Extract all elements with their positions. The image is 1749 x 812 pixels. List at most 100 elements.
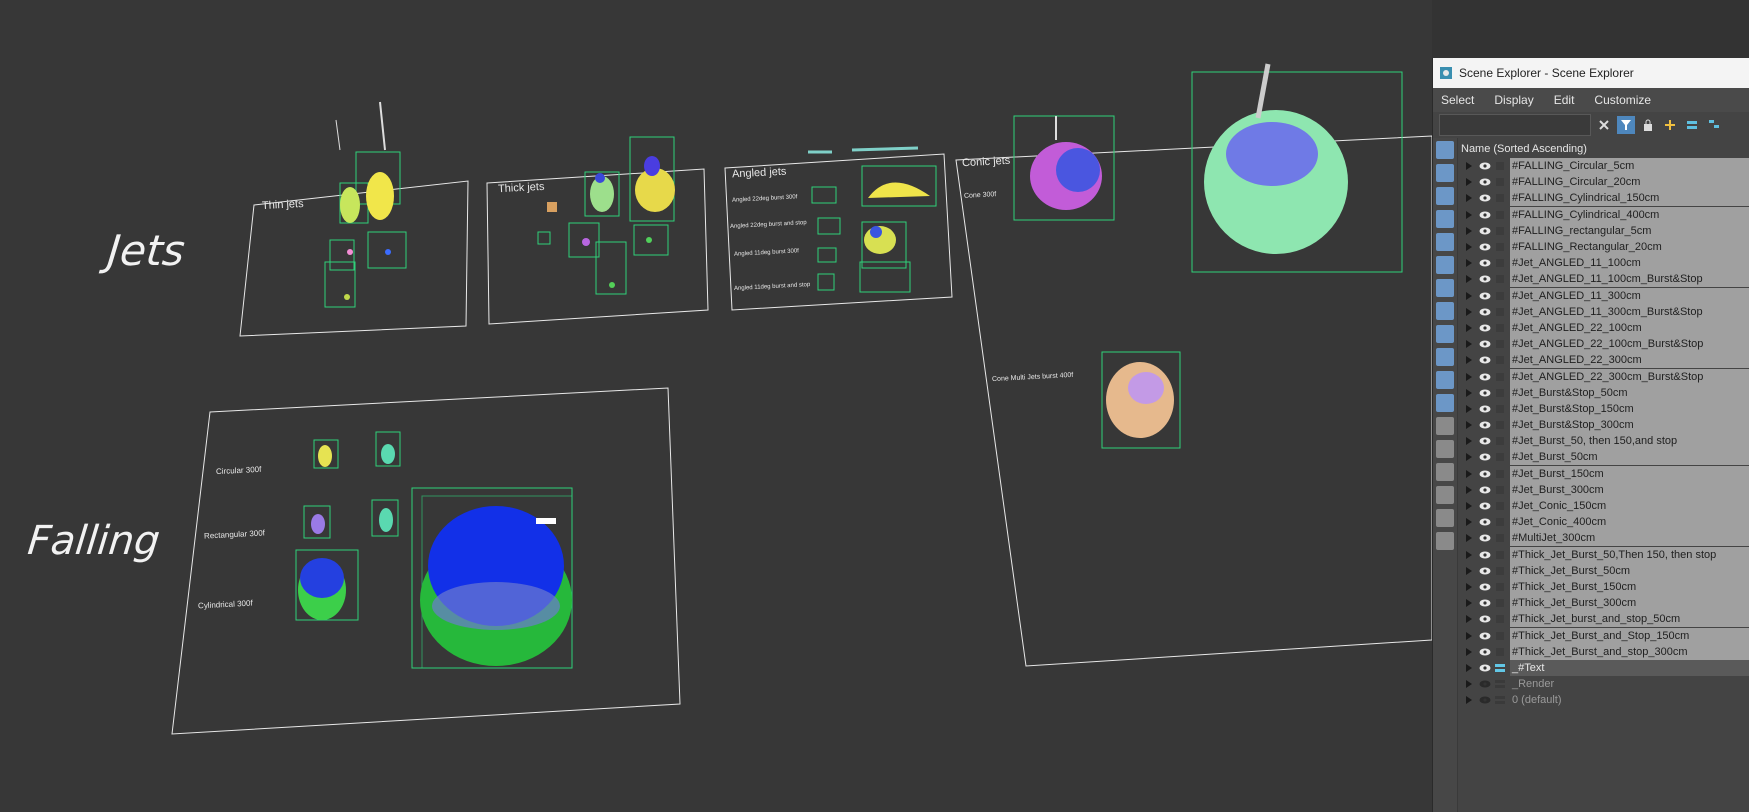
list-item[interactable]: #Jet_Conic_150cm [1458,498,1749,515]
menu-customize[interactable]: Customize [1594,93,1651,107]
list-item[interactable]: #Thick_Jet_Burst_50,Then 150, then stop [1458,546,1749,563]
expand-arrow-icon[interactable] [1466,243,1472,252]
eye-icon[interactable] [1479,551,1491,559]
eye-icon[interactable] [1479,470,1491,478]
selection-set-icon[interactable] [1436,532,1454,550]
invert-display-icon[interactable] [1436,463,1454,481]
expand-arrow-icon[interactable] [1466,275,1472,284]
eye-icon[interactable] [1479,324,1491,332]
list-item[interactable]: #Jet_Burst_150cm [1458,465,1749,482]
expand-arrow-icon[interactable] [1466,323,1472,332]
list-item[interactable]: #Jet_Burst_300cm [1458,481,1749,498]
eye-icon[interactable] [1479,664,1491,672]
filter-lights-icon[interactable] [1436,187,1454,205]
filter-frozen-icon[interactable] [1436,371,1454,389]
list-item[interactable]: _Render [1458,676,1749,692]
list-item[interactable]: #FALLING_rectangular_5cm [1458,222,1749,239]
eye-icon[interactable] [1479,486,1491,494]
explorer-titlebar[interactable]: Scene Explorer - Scene Explorer [1433,58,1749,88]
expand-arrow-icon[interactable] [1466,518,1472,527]
clear-search-button[interactable] [1595,116,1613,134]
eye-icon[interactable] [1479,227,1491,235]
expand-arrow-icon[interactable] [1466,599,1472,608]
layers-button[interactable] [1683,116,1701,134]
list-item[interactable]: #Jet_ANGLED_11_100cm_Burst&Stop [1458,271,1749,288]
hierarchy-button[interactable] [1705,116,1723,134]
expand-arrow-icon[interactable] [1466,469,1472,478]
list-item[interactable]: 0 (default) [1458,692,1749,708]
filter-shapes-icon[interactable] [1436,164,1454,182]
list-item[interactable]: #Jet_ANGLED_11_100cm [1458,255,1749,272]
expand-arrow-icon[interactable] [1466,502,1472,511]
eye-icon[interactable] [1479,648,1491,656]
eye-icon[interactable] [1479,194,1491,202]
eye-icon[interactable] [1479,340,1491,348]
eye-icon[interactable] [1479,567,1491,575]
viewport-3d[interactable]: Jets Falling Thin jets Thick jets Angled… [0,0,1432,812]
list-item[interactable]: #Jet_Burst_50, then 150,and stop [1458,433,1749,450]
list-item[interactable]: #MultiJet_300cm [1458,530,1749,547]
lock-button[interactable] [1639,116,1657,134]
list-item[interactable]: #Thick_Jet_Burst_300cm [1458,595,1749,612]
list-item[interactable]: #Jet_ANGLED_22_100cm [1458,319,1749,336]
list-item[interactable]: #Jet_Conic_400cm [1458,514,1749,531]
expand-arrow-icon[interactable] [1466,404,1472,413]
expand-arrow-icon[interactable] [1466,566,1472,575]
menu-display[interactable]: Display [1494,93,1533,107]
menu-select[interactable]: Select [1441,93,1474,107]
expand-arrow-icon[interactable] [1466,210,1472,219]
filter-toggle-button[interactable] [1617,116,1635,134]
expand-arrow-icon[interactable] [1466,550,1472,559]
expand-arrow-icon[interactable] [1466,307,1472,316]
column-header-name[interactable]: Name (Sorted Ascending) [1458,140,1749,158]
expand-arrow-icon[interactable] [1466,631,1472,640]
filter-containers-icon[interactable] [1436,348,1454,366]
expand-arrow-icon[interactable] [1466,340,1472,349]
expand-arrow-icon[interactable] [1466,582,1472,591]
expand-arrow-icon[interactable] [1466,485,1472,494]
eye-icon[interactable] [1479,437,1491,445]
eye-icon[interactable] [1479,599,1491,607]
list-item[interactable]: #Thick_Jet_Burst_and_Stop_150cm [1458,627,1749,644]
filter-bones-icon[interactable] [1436,325,1454,343]
expand-arrow-icon[interactable] [1466,663,1472,672]
expand-arrow-icon[interactable] [1466,421,1472,430]
list-item[interactable]: #Thick_Jet_Burst_150cm [1458,578,1749,595]
list-item[interactable]: #Jet_ANGLED_11_300cm [1458,287,1749,304]
list-item[interactable]: #Thick_Jet_Burst_and_stop_300cm [1458,643,1749,660]
filter-xrefs-icon[interactable] [1436,302,1454,320]
list-item[interactable]: #Jet_Burst&Stop_300cm [1458,417,1749,434]
expand-arrow-icon[interactable] [1466,194,1472,203]
eye-icon[interactable] [1479,275,1491,283]
expand-arrow-icon[interactable] [1466,226,1472,235]
menu-edit[interactable]: Edit [1554,93,1575,107]
list-item[interactable]: #Thick_Jet_Burst_50cm [1458,562,1749,579]
list-item[interactable]: #FALLING_Cylindrical_150cm [1458,190,1749,207]
expand-arrow-icon[interactable] [1466,696,1472,705]
filter-funnel-2-icon[interactable] [1436,509,1454,527]
list-item[interactable]: _#Text [1458,659,1749,676]
search-input[interactable] [1439,114,1591,136]
eye-icon[interactable] [1479,583,1491,591]
filter-helpers-icon[interactable] [1436,233,1454,251]
display-all-icon[interactable] [1436,417,1454,435]
list-item[interactable]: #Jet_ANGLED_22_300cm_Burst&Stop [1458,368,1749,385]
eye-icon[interactable] [1479,615,1491,623]
eye-icon[interactable] [1479,389,1491,397]
eye-icon[interactable] [1479,211,1491,219]
eye-icon[interactable] [1479,162,1491,170]
list-item[interactable]: #Jet_Burst&Stop_150cm [1458,400,1749,417]
expand-arrow-icon[interactable] [1466,162,1472,171]
expand-arrow-icon[interactable] [1466,388,1472,397]
filter-cameras-icon[interactable] [1436,210,1454,228]
expand-arrow-icon[interactable] [1466,259,1472,268]
eye-icon[interactable] [1479,534,1491,542]
filter-geometry-icon[interactable] [1436,141,1454,159]
list-item[interactable]: #Jet_ANGLED_11_300cm_Burst&Stop [1458,303,1749,320]
eye-icon[interactable] [1479,421,1491,429]
expand-arrow-icon[interactable] [1466,647,1472,656]
filter-spacewarps-icon[interactable] [1436,256,1454,274]
eye-icon[interactable] [1479,178,1491,186]
expand-arrow-icon[interactable] [1466,680,1472,689]
list-item[interactable]: #FALLING_Rectangular_20cm [1458,239,1749,256]
